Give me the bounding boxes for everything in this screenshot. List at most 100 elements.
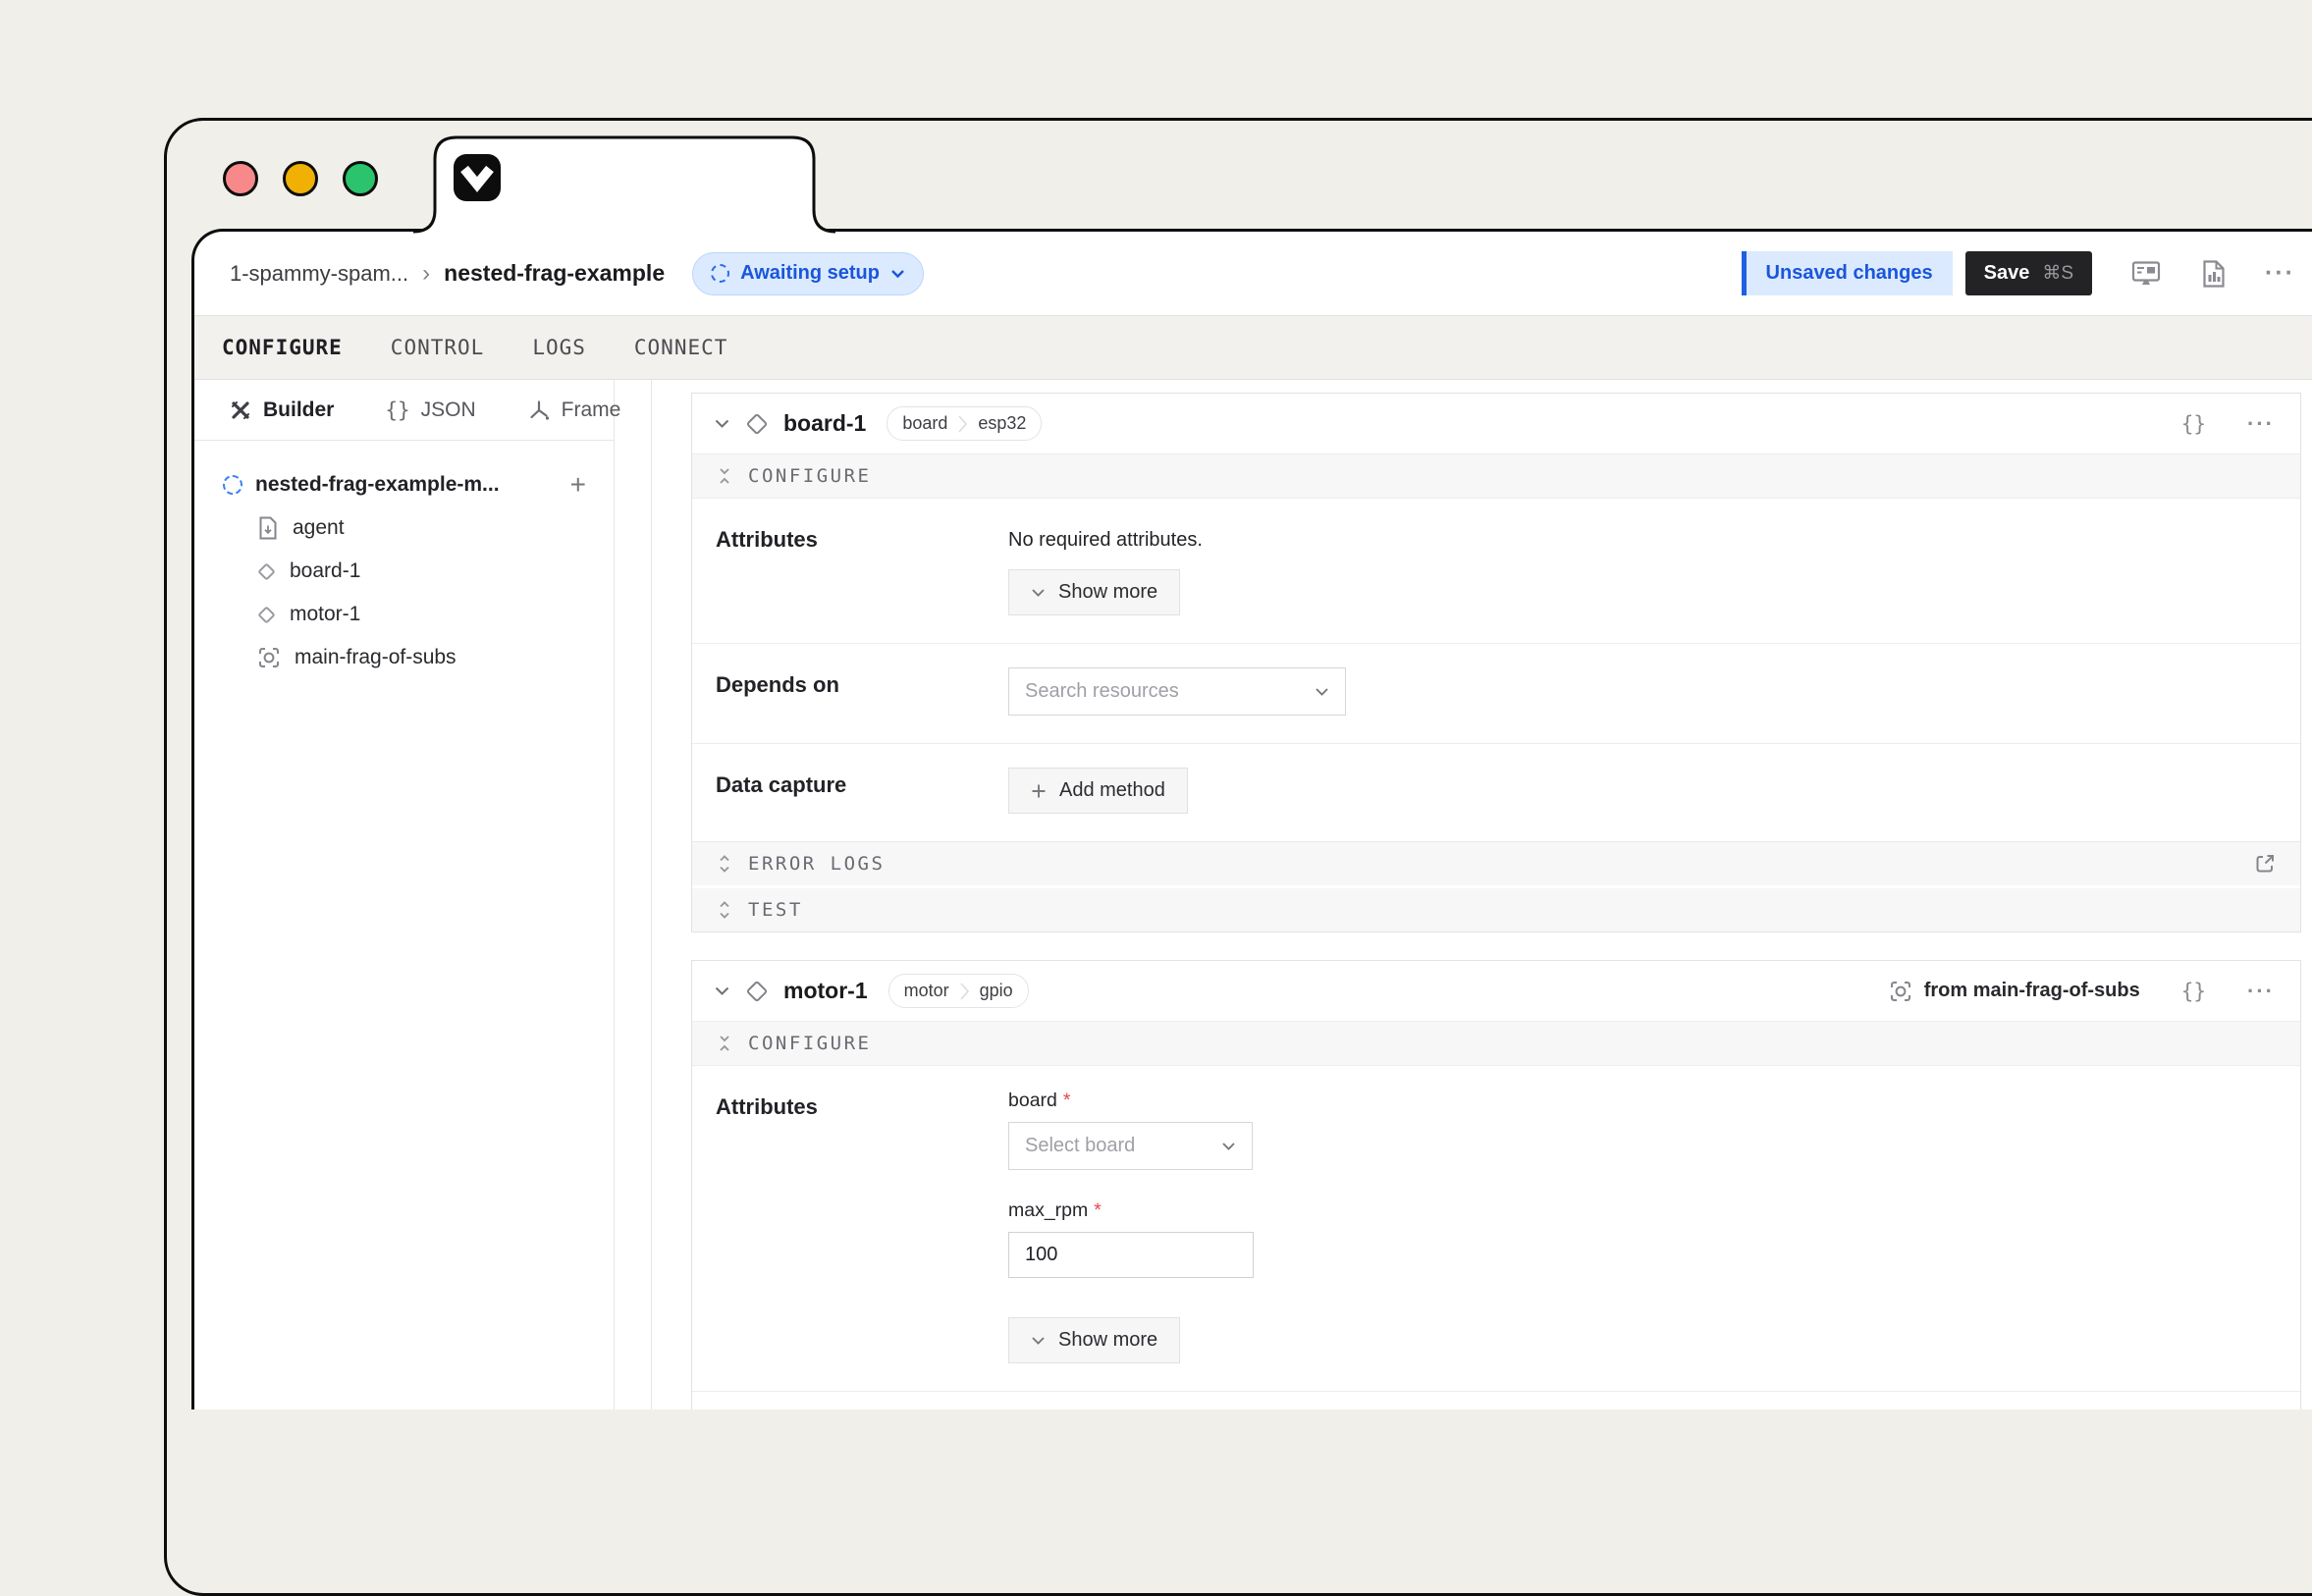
chip-divider-icon [960, 982, 969, 1001]
machine-status-label: Awaiting setup [740, 262, 880, 285]
section-test[interactable]: TEST [692, 885, 2300, 931]
overflow-menu-button[interactable]: ··· [2265, 261, 2295, 286]
show-more-button[interactable]: Show more [1008, 569, 1180, 615]
show-more-label: Show more [1058, 1329, 1157, 1352]
save-shortcut: ⌘S [2042, 262, 2073, 285]
tree-item-machine-part[interactable]: nested-frag-example-m... + [194, 462, 614, 506]
card-motor-1: motor-1 motor gpio [691, 960, 2301, 1410]
tab-connect[interactable]: CONNECT [634, 336, 728, 359]
tree-item-motor-1[interactable]: motor-1 [194, 593, 614, 636]
open-logs-external-icon[interactable] [2253, 852, 2277, 876]
depends-on-content: Search resources [1008, 667, 2300, 716]
chip-type: motor [889, 981, 960, 1001]
tree-item-agent[interactable]: agent [194, 506, 614, 550]
card-menu-button[interactable]: ··· [2247, 981, 2275, 1002]
card-board-1: board-1 board esp32 {} ··· [691, 393, 2301, 932]
resource-type-chip: board esp32 [887, 406, 1042, 441]
tab-frame[interactable]: Frame [527, 399, 621, 422]
close-window-button[interactable] [223, 161, 258, 196]
data-capture-content: Add method [1008, 768, 2300, 814]
chevron-down-icon [1031, 1336, 1046, 1346]
tab-builder-label: Builder [263, 399, 334, 422]
attributes-content: board * Select board max_rpm * [1008, 1090, 2300, 1363]
depends-on-placeholder: Search resources [1025, 680, 1179, 703]
save-label: Save [1984, 262, 2030, 285]
view-json-icon[interactable]: {} [2181, 980, 2206, 1003]
app-window: 1-spammy-spam... › nested-frag-example A… [191, 229, 2312, 1410]
add-method-button[interactable]: Add method [1008, 768, 1188, 814]
tree-item-main-frag-of-subs[interactable]: main-frag-of-subs [194, 636, 614, 679]
tab-logs[interactable]: LOGS [532, 336, 586, 359]
breadcrumb-parent[interactable]: 1-spammy-spam... [230, 261, 408, 287]
card-header-actions: {} ··· [2181, 412, 2275, 436]
sidebar-mode-tabs: Builder {} JSON Frame [194, 380, 614, 441]
save-button[interactable]: Save ⌘S [1965, 251, 2092, 295]
board-field: board * Select board [1008, 1090, 2300, 1170]
tab-json-label: JSON [421, 399, 476, 422]
max-rpm-field: max_rpm * [1008, 1199, 2300, 1278]
required-asterisk: * [1094, 1199, 1102, 1222]
chip-model: gpio [969, 981, 1028, 1001]
show-more-label: Show more [1058, 581, 1157, 604]
add-resource-button[interactable]: + [570, 471, 586, 499]
tab-configure[interactable]: CONFIGURE [222, 336, 343, 359]
collapse-chevron-icon[interactable] [714, 418, 730, 429]
attributes-row: Attributes board * Select board [692, 1066, 2300, 1391]
collapse-chevron-icon[interactable] [714, 985, 730, 996]
machine-status-badge[interactable]: Awaiting setup [692, 252, 924, 295]
configure-content: Builder {} JSON Frame [194, 380, 2312, 1410]
resource-title: board-1 [783, 410, 866, 437]
tree-item-label: motor-1 [290, 603, 360, 626]
tree-item-label: agent [293, 516, 345, 540]
maximize-window-button[interactable] [343, 161, 378, 196]
section-configure[interactable]: CONFIGURE [692, 454, 2300, 499]
tree-item-board-1[interactable]: board-1 [194, 550, 614, 593]
depends-on-select[interactable]: Search resources [1008, 667, 1346, 716]
show-more-button[interactable]: Show more [1008, 1317, 1180, 1363]
section-error-logs[interactable]: ERROR LOGS [692, 841, 2300, 885]
add-method-label: Add method [1059, 779, 1165, 802]
chevron-down-icon [1315, 687, 1329, 697]
data-report-icon[interactable] [2200, 258, 2228, 290]
fragment-icon [257, 646, 281, 669]
section-configure-label: CONFIGURE [748, 465, 871, 487]
machine-nav-bar: CONFIGURE CONTROL LOGS CONNECT [194, 315, 2312, 380]
select-board-dropdown[interactable]: Select board [1008, 1122, 1253, 1170]
tab-frame-label: Frame [562, 399, 621, 422]
chevron-down-icon [890, 269, 905, 279]
tab-control[interactable]: CONTROL [391, 336, 485, 359]
component-diamond-icon [746, 412, 769, 435]
depends-on-label: Depends on [716, 667, 1008, 716]
top-bar-actions: Unsaved changes Save ⌘S [1742, 251, 2295, 295]
machine-monitor-icon[interactable] [2129, 258, 2163, 290]
max-rpm-input[interactable] [1008, 1232, 1254, 1278]
select-board-placeholder: Select board [1025, 1135, 1135, 1157]
unsaved-changes-label: Unsaved changes [1766, 262, 1933, 285]
chip-model: esp32 [967, 413, 1041, 434]
builder-tools-icon [229, 399, 252, 422]
frame-axes-icon [527, 399, 551, 422]
minimize-window-button[interactable] [283, 161, 318, 196]
depends-on-row: Depends on Search resources [692, 643, 2300, 743]
attributes-label: Attributes [716, 522, 1008, 615]
fragment-icon [1889, 980, 1912, 1003]
tab-builder[interactable]: Builder [229, 399, 334, 422]
awaiting-setup-icon [223, 475, 242, 495]
resource-tree: nested-frag-example-m... + agent board-1 [194, 441, 614, 679]
tab-json[interactable]: {} JSON [385, 399, 475, 422]
sidebar-gutter [615, 380, 651, 1410]
chip-divider-icon [958, 414, 967, 434]
unsaved-changes-indicator[interactable]: Unsaved changes [1742, 251, 1953, 295]
chevron-down-icon [1031, 588, 1046, 598]
component-diamond-icon [257, 562, 275, 580]
breadcrumb-machine-name: nested-frag-example [444, 260, 665, 287]
field-name: max_rpm [1008, 1199, 1088, 1222]
data-capture-label: Data capture [716, 768, 1008, 814]
view-json-icon[interactable]: {} [2181, 412, 2206, 436]
resource-type-chip: motor gpio [888, 974, 1029, 1008]
sidebar: Builder {} JSON Frame [194, 380, 615, 1410]
field-name: board [1008, 1090, 1057, 1112]
card-menu-button[interactable]: ··· [2247, 413, 2275, 435]
json-braces-icon: {} [385, 399, 409, 422]
section-configure[interactable]: CONFIGURE [692, 1022, 2300, 1066]
